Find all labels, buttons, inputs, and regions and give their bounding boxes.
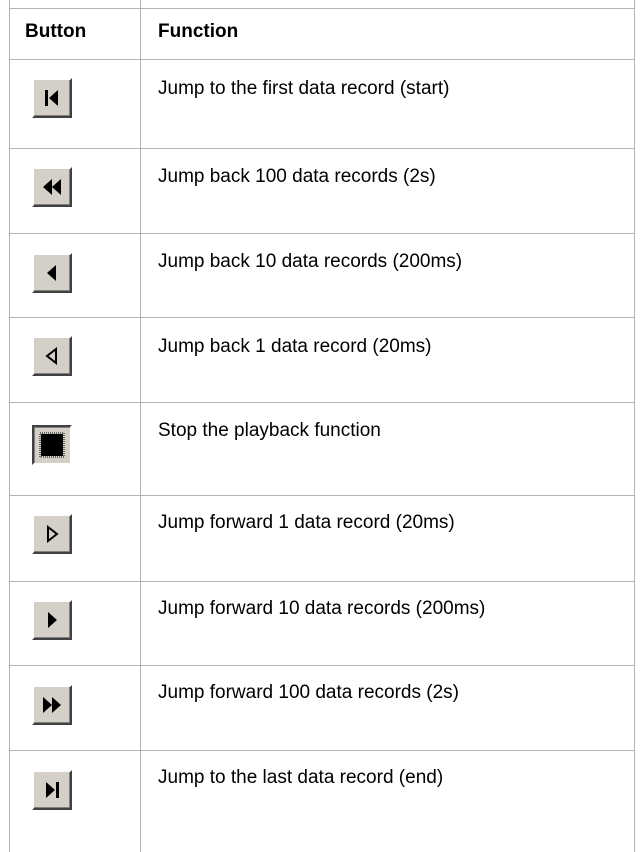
stop-button[interactable] xyxy=(32,425,72,465)
step-back-icon xyxy=(45,346,57,366)
table-row: Jump forward 10 data records (200ms) xyxy=(0,581,643,665)
rewind-icon xyxy=(47,265,56,281)
table-row: Jump back 1 data record (20ms) xyxy=(0,317,643,402)
fast-rewind-icon xyxy=(43,179,61,195)
table-row: Stop the playback function xyxy=(0,402,643,495)
function-description: Jump forward 10 data records (200ms) xyxy=(158,598,486,619)
fast-forward-icon xyxy=(43,697,61,713)
table-row: Jump to the last data record (end) xyxy=(0,750,643,852)
stop-icon xyxy=(39,432,65,458)
jump-to-end-icon xyxy=(46,782,59,798)
table-row: Jump back 100 data records (2s) xyxy=(0,148,643,233)
function-description: Jump back 10 data records (200ms) xyxy=(158,251,463,272)
table-row: Jump to the first data record (start) xyxy=(0,59,643,148)
step-back-button[interactable] xyxy=(32,336,72,376)
column-header-function: Function xyxy=(158,21,239,42)
fast-rewind-button[interactable] xyxy=(32,167,72,207)
table-row: Jump back 10 data records (200ms) xyxy=(0,233,643,317)
jump-to-start-icon xyxy=(45,90,58,106)
function-description: Stop the playback function xyxy=(158,420,381,441)
function-description: Jump to the last data record (end) xyxy=(158,767,444,788)
function-description: Jump forward 100 data records (2s) xyxy=(158,682,459,703)
step-forward-icon xyxy=(47,524,59,544)
function-description: Jump back 1 data record (20ms) xyxy=(158,336,432,357)
step-forward-button[interactable] xyxy=(32,514,72,554)
function-description: Jump to the first data record (start) xyxy=(158,78,450,99)
table-header: Button Function xyxy=(0,0,643,60)
column-header-button: Button xyxy=(25,21,87,42)
forward-icon xyxy=(48,612,57,628)
function-description: Jump forward 1 data record (20ms) xyxy=(158,512,455,533)
jump-to-end-button[interactable] xyxy=(32,770,72,810)
jump-to-start-button[interactable] xyxy=(32,78,72,118)
rewind-button[interactable] xyxy=(32,253,72,293)
function-description: Jump back 100 data records (2s) xyxy=(158,166,436,187)
forward-button[interactable] xyxy=(32,600,72,640)
fast-forward-button[interactable] xyxy=(32,685,72,725)
table-row: Jump forward 1 data record (20ms) xyxy=(0,495,643,581)
table-row: Jump forward 100 data records (2s) xyxy=(0,665,643,750)
